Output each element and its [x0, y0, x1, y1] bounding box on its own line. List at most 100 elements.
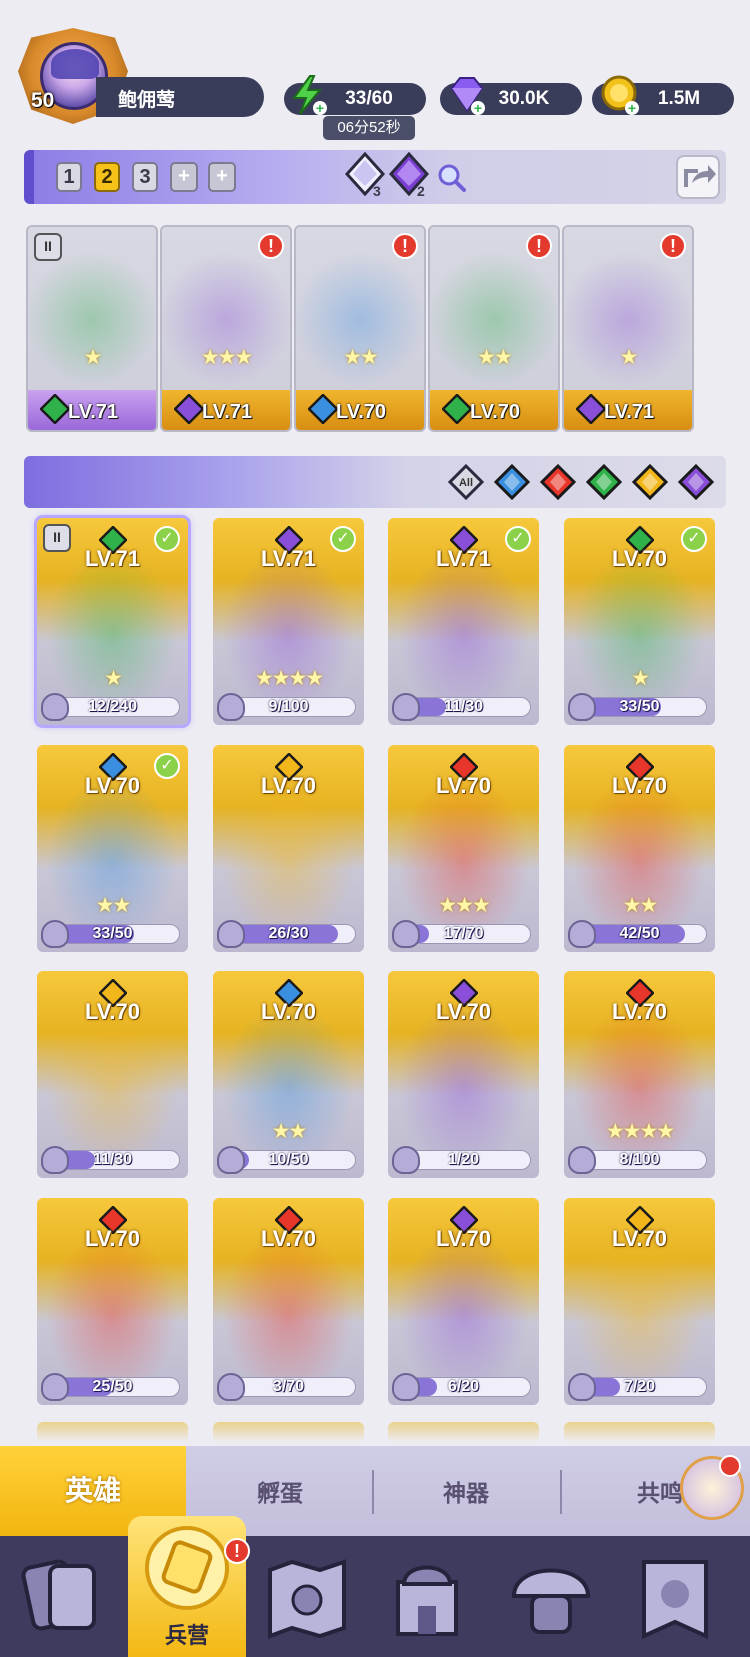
shard-icon	[41, 1373, 69, 1401]
team-slot[interactable]: ★★ LV.70!	[294, 225, 426, 432]
nav-map[interactable]	[262, 1552, 352, 1644]
share-icon	[684, 165, 716, 187]
shard-icon	[392, 920, 420, 948]
tab-divider	[560, 1470, 562, 1514]
resonance-orb-icon[interactable]	[680, 1455, 744, 1520]
team-tab-1[interactable]: 1	[56, 162, 82, 192]
hero-card[interactable]: LV.70 ★★ 10/50	[213, 971, 364, 1178]
tab-divider	[372, 1470, 374, 1514]
shard-icon	[217, 1146, 245, 1174]
player-name: 鲍佣莺	[96, 77, 264, 117]
nav-banner[interactable]	[630, 1552, 720, 1644]
hero-card[interactable]: LV.70 11/30	[37, 971, 188, 1178]
team-tab-2[interactable]: 2	[94, 162, 120, 192]
hero-card[interactable]: LV.70 ★★ 33/50 ✓	[37, 745, 188, 952]
hero-card[interactable]: LV.70 7/20	[564, 1198, 715, 1405]
filter-dark-icon[interactable]	[678, 464, 714, 500]
shard-icon	[41, 920, 69, 948]
hero-card[interactable]: LV.71 ★ 12/240 ✓ II	[34, 515, 191, 728]
alert-badge: !	[526, 233, 552, 259]
hero-level: LV.70	[611, 773, 668, 798]
team-tab-3[interactable]: 3	[132, 162, 158, 192]
hero-level: LV.70	[611, 1226, 668, 1251]
coin-icon: +	[601, 75, 639, 116]
filter-light-icon[interactable]	[632, 464, 668, 500]
lightning-icon: +	[292, 75, 327, 116]
lock-icon: II	[34, 233, 62, 261]
hero-level: LV.71	[202, 401, 253, 423]
star-rating: ★★	[477, 346, 513, 369]
hero-level: LV.70	[84, 1226, 141, 1251]
team-slot[interactable]: ★ LV.71!	[562, 225, 694, 432]
purple-gem-icon[interactable]: 2	[387, 152, 431, 200]
gem-icon: +	[450, 77, 485, 116]
nav-castle[interactable]	[382, 1552, 472, 1644]
filter-fire-icon[interactable]	[540, 464, 576, 500]
white-gem-icon[interactable]: 3	[343, 152, 387, 200]
star-rating: ★★	[622, 894, 659, 917]
star-rating: ★★★	[438, 894, 490, 917]
hero-card[interactable]: LV.70 ★★★ 17/70	[388, 745, 539, 952]
hero-level: LV.70	[260, 773, 317, 798]
hero-level: LV.70	[336, 401, 387, 423]
map-icon	[268, 1559, 346, 1639]
filter-all-button[interactable]: All	[448, 464, 484, 500]
nav-cards[interactable]	[18, 1552, 108, 1644]
hero-card-partial	[388, 1422, 539, 1442]
team-add-button-2[interactable]: +	[208, 162, 236, 192]
alert-badge: !	[660, 233, 686, 259]
hero-card[interactable]: LV.71 11/30 ✓	[388, 518, 539, 725]
hero-card[interactable]: LV.71 ★★★★ 9/100 ✓	[213, 518, 364, 725]
svg-text:+: +	[316, 100, 324, 116]
purple-gem-count: 2	[417, 183, 425, 199]
shard-icon	[568, 693, 596, 721]
shard-icon	[217, 693, 245, 721]
shard-icon	[217, 1373, 245, 1401]
castle-icon	[396, 1565, 458, 1636]
share-button[interactable]	[676, 155, 720, 199]
svg-text:+: +	[474, 100, 482, 116]
star-rating: ★	[104, 667, 123, 690]
hero-card[interactable]: LV.70 1/20	[388, 971, 539, 1178]
tab-artifact[interactable]: 神器	[416, 1470, 516, 1516]
hero-card[interactable]: LV.70 ★★★★ 8/100	[564, 971, 715, 1178]
shard-icon	[217, 920, 245, 948]
element-icon	[174, 394, 204, 424]
hero-card[interactable]: LV.70 6/20	[388, 1198, 539, 1405]
shard-icon	[392, 1146, 420, 1174]
star-rating: ★★	[95, 894, 132, 917]
tab-hatch[interactable]: 孵蛋	[230, 1470, 330, 1516]
hero-card[interactable]: LV.70 26/30	[213, 745, 364, 952]
hero-card-partial	[213, 1422, 364, 1442]
hero-card[interactable]: LV.70 3/70	[213, 1198, 364, 1405]
filter-nature-icon[interactable]	[586, 464, 622, 500]
star-rating: ★	[619, 346, 639, 369]
hero-level: LV.70	[260, 999, 317, 1024]
star-rating: ★★★★	[605, 1120, 675, 1143]
hero-level: LV.70	[435, 1226, 492, 1251]
energy-timer: 06分52秒	[323, 116, 415, 140]
nav-barracks-label: 兵营	[164, 1623, 209, 1648]
mushroom-house-icon	[511, 1568, 591, 1634]
team-slot[interactable]: ★★ LV.70!	[428, 225, 560, 432]
team-slot[interactable]: ★★★ LV.71!	[160, 225, 292, 432]
magnifier-icon[interactable]	[436, 162, 468, 194]
filter-water-icon[interactable]	[494, 464, 530, 500]
shard-icon	[41, 1146, 69, 1174]
cards-icon	[21, 1559, 96, 1631]
star-rating: ★	[631, 667, 650, 690]
nav-mushroom[interactable]	[506, 1552, 596, 1644]
hero-card[interactable]: LV.70 ★ 33/50 ✓	[564, 518, 715, 725]
star-rating: ★	[83, 346, 103, 369]
hero-card[interactable]: LV.70 ★★ 42/50	[564, 745, 715, 952]
hero-level: LV.70	[470, 401, 521, 423]
team-slot[interactable]: ★ LV.71 II	[26, 225, 158, 432]
element-icon	[40, 394, 70, 424]
shard-icon	[392, 1373, 420, 1401]
hero-level: LV.70	[611, 999, 668, 1024]
hero-level: LV.70	[84, 999, 141, 1024]
hero-card[interactable]: LV.70 25/50	[37, 1198, 188, 1405]
team-add-button-1[interactable]: +	[170, 162, 198, 192]
check-icon: ✓	[505, 526, 531, 552]
element-icon	[442, 394, 472, 424]
